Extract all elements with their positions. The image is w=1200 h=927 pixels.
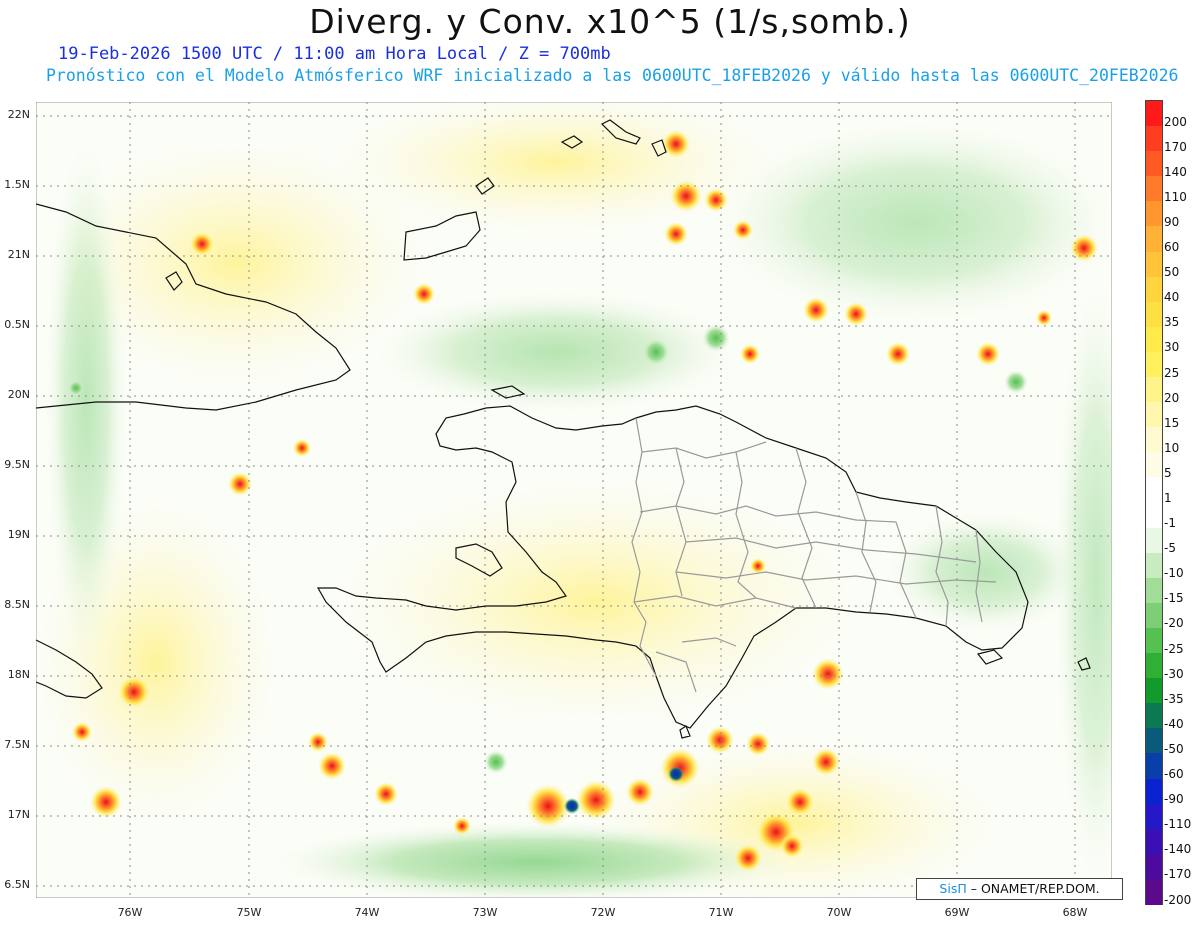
colorbar-segment <box>1146 828 1162 855</box>
colorbar-segment <box>1146 753 1162 780</box>
lat-label: 22N <box>7 108 30 121</box>
colorbar-tick-label: -1 <box>1164 516 1176 531</box>
colorbar-tick-label: 140 <box>1164 164 1187 179</box>
valid-time-line: 19-Feb-2026 1500 UTC / 11:00 am Hora Loc… <box>58 44 611 64</box>
colorbar-tick-label: -5 <box>1164 541 1176 556</box>
colorbar-segment <box>1146 703 1162 729</box>
lon-label: 70W <box>826 906 852 919</box>
map-title: Diverg. y Conv. x10^5 (1/s,somb.) <box>309 2 911 41</box>
colorbar-tick-label: 40 <box>1164 290 1180 305</box>
lat-label: 1.5N <box>4 178 30 191</box>
lon-label: 75W <box>236 906 262 919</box>
colorbar-tick-label: -10 <box>1164 566 1184 581</box>
colorbar-tick-label: -60 <box>1164 767 1184 782</box>
colorbar-segment <box>1146 326 1162 353</box>
colorbar-segment <box>1146 101 1162 127</box>
lon-label: 74W <box>354 906 380 919</box>
colorbar-segment <box>1146 552 1162 579</box>
colorbar-segment <box>1146 803 1162 830</box>
lat-label: 17N <box>7 808 30 821</box>
colorbar-tick-label: -140 <box>1164 842 1192 857</box>
colorbar-tick-label: -25 <box>1164 641 1184 656</box>
colorbar-segment <box>1146 577 1162 604</box>
colorbar-segment <box>1146 477 1162 503</box>
colorbar-segment <box>1146 377 1162 403</box>
colorbar-tick-label: -35 <box>1164 691 1184 706</box>
colorbar-tick-label: -50 <box>1164 741 1184 756</box>
colorbar <box>1145 100 1163 905</box>
lat-label: 6.5N <box>4 878 30 891</box>
colorbar-segment <box>1146 778 1162 805</box>
credit-box: SisΠ – ONAMET/REP.DOM. <box>916 878 1123 900</box>
colorbar-segment <box>1146 878 1162 905</box>
colorbar-tick-label: 1 <box>1164 491 1172 505</box>
colorbar-tick-label: -40 <box>1164 716 1184 731</box>
colorbar-tick-label: -170 <box>1164 867 1192 882</box>
colorbar-segment <box>1146 427 1162 453</box>
colorbar-tick-label: 30 <box>1164 340 1180 355</box>
lat-label: 0.5N <box>4 318 30 331</box>
colorbar-segment <box>1146 201 1162 227</box>
lon-label: 72W <box>590 906 616 919</box>
colorbar-tick-label: 90 <box>1164 214 1180 229</box>
colorbar-segment <box>1146 678 1162 704</box>
lon-label: 68W <box>1062 906 1088 919</box>
colorbar-segment <box>1146 226 1162 253</box>
colorbar-tick-label: 110 <box>1164 189 1187 204</box>
lat-label: 20N <box>7 388 30 401</box>
lat-label: 8.5N <box>4 598 30 611</box>
lat-label: 21N <box>7 248 30 261</box>
colorbar-segment <box>1146 853 1162 880</box>
colorbar-tick-label: 60 <box>1164 240 1180 255</box>
colorbar-tick-label: 20 <box>1164 390 1180 405</box>
colorbar-tick-label: 200 <box>1164 114 1187 129</box>
colorbar-segment <box>1146 301 1162 328</box>
lon-label: 76W <box>117 906 143 919</box>
colorbar-tick-label: -20 <box>1164 616 1184 631</box>
lat-label: 18N <box>7 668 30 681</box>
colorbar-segment <box>1146 653 1162 679</box>
colorbar-tick-label: 10 <box>1164 440 1180 455</box>
colorbar-segment <box>1146 276 1162 303</box>
colorbar-tick-label: 170 <box>1164 139 1187 154</box>
colorbar-tick-label: -30 <box>1164 666 1184 681</box>
colorbar-segment <box>1146 251 1162 278</box>
colorbar-tick-label: -15 <box>1164 591 1184 606</box>
colorbar-tick-label: 5 <box>1164 465 1172 480</box>
lat-label: 19N <box>7 528 30 541</box>
colorbar-tick-label: 25 <box>1164 365 1180 380</box>
colorbar-segment <box>1146 627 1162 654</box>
colorbar-segment <box>1146 502 1162 529</box>
colorbar-segment <box>1146 402 1162 428</box>
credit-text: – ONAMET/REP.DOM. <box>970 881 1100 896</box>
lat-label: 7.5N <box>4 738 30 751</box>
colorbar-segment <box>1146 452 1162 478</box>
colorbar-tick-label: -200 <box>1164 892 1192 907</box>
colorbar-segment <box>1146 728 1162 754</box>
lat-label: 9.5N <box>4 458 30 471</box>
colorbar-segment <box>1146 527 1162 554</box>
lon-label: 71W <box>708 906 734 919</box>
lon-label: 73W <box>472 906 498 919</box>
colorbar-tick-label: 50 <box>1164 265 1180 280</box>
colorbar-segment <box>1146 176 1162 202</box>
divergence-map <box>36 102 1112 898</box>
colorbar-segment <box>1146 351 1162 378</box>
colorbar-tick-label: -90 <box>1164 792 1184 807</box>
colorbar-segment <box>1146 151 1162 177</box>
model-info-line: Pronóstico con el Modelo Atmósferico WRF… <box>46 66 1179 85</box>
colorbar-tick-label: -110 <box>1164 817 1192 832</box>
colorbar-segment <box>1146 602 1162 629</box>
colorbar-segment <box>1146 126 1162 152</box>
brand-logo: SisΠ <box>939 881 967 896</box>
colorbar-tick-label: 15 <box>1164 415 1180 430</box>
lon-label: 69W <box>944 906 970 919</box>
colorbar-tick-label: 35 <box>1164 315 1180 330</box>
